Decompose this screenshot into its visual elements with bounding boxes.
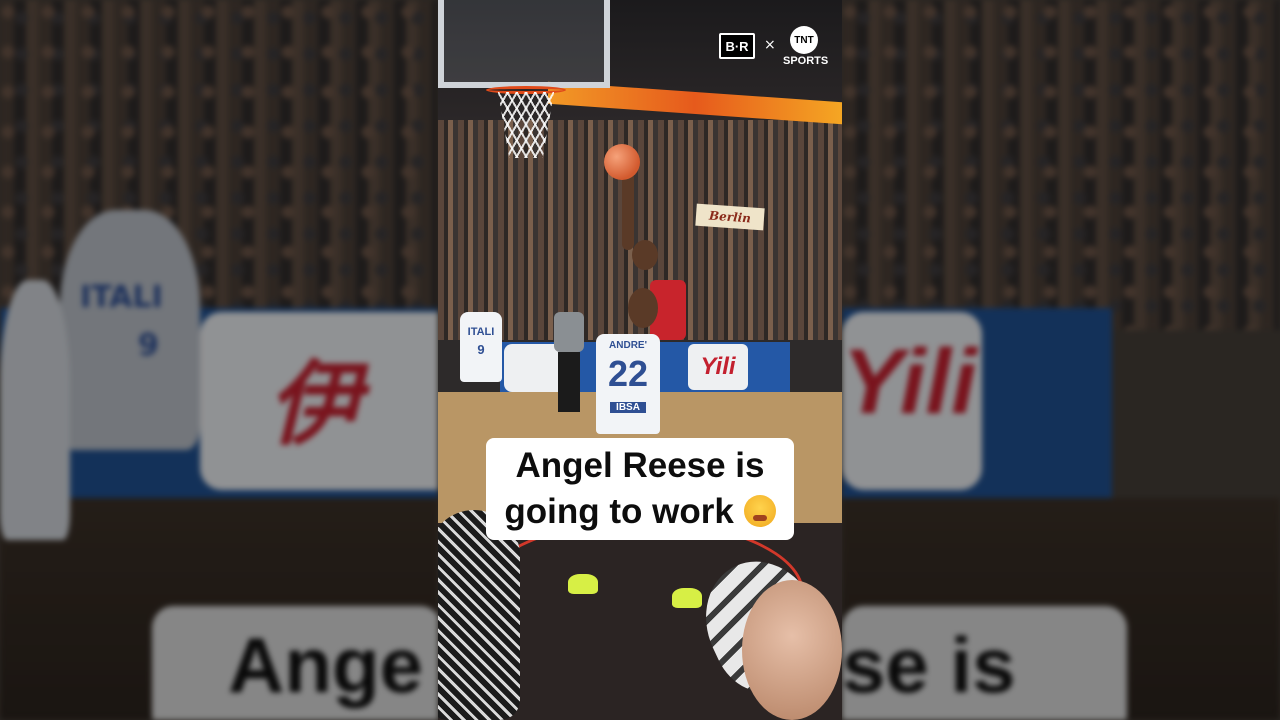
shooter-arm xyxy=(622,170,634,250)
jersey-number: 22 xyxy=(607,353,649,394)
referee-pants xyxy=(558,352,580,412)
jersey: ANDRE' 22 IBSA xyxy=(596,334,660,434)
caption-line-2-wrap: going to work xyxy=(504,489,776,535)
player-blurred-edge xyxy=(0,280,70,540)
sponsor-text: Yili xyxy=(842,331,977,433)
caption-line-1: Angel Reese is xyxy=(515,446,765,485)
jersey-team: ITALI xyxy=(80,280,163,315)
bleacher-report-logo: B·R xyxy=(719,33,755,59)
jersey-sponsor: IBSA xyxy=(610,402,646,413)
caption-ghost-text: se is xyxy=(842,621,1016,709)
video-center: Berlin Yili ITALI 9 ANDRE' 22 IBSA xyxy=(438,0,842,720)
spectator-head xyxy=(438,510,520,720)
jersey-number: 9 xyxy=(477,342,485,357)
caption-ghost-text: Ange xyxy=(228,621,423,709)
blurred-left-panel: 伊 ITALI 9 Ange xyxy=(0,0,438,720)
face-with-steam-from-nose-icon xyxy=(743,495,776,527)
shooter-head xyxy=(632,240,658,270)
player-italy-blurred: ITALI 9 xyxy=(60,210,200,450)
spectator-head xyxy=(742,580,842,720)
logo-separator: × xyxy=(764,37,776,53)
referee-shirt xyxy=(554,312,584,352)
caption-box: Angel Reese is going to work xyxy=(486,438,794,540)
right-shoe xyxy=(672,588,702,608)
jersey-team: ITALI xyxy=(467,326,495,338)
berlin-banner: Berlin xyxy=(695,203,765,231)
jersey-name: ANDRE' xyxy=(609,340,647,351)
yili-ad: Yili xyxy=(688,344,748,390)
tnt-logo: TNT xyxy=(790,26,818,54)
basketball xyxy=(604,144,640,180)
tnt-sports-label: SPORTS xyxy=(783,55,829,67)
video-frame: 伊 ITALI 9 Ange Yili se is Berlin Yili IT… xyxy=(0,0,1280,720)
jersey: ITALI 9 xyxy=(460,312,502,382)
crowd-background xyxy=(842,0,1280,330)
backboard xyxy=(438,0,610,88)
defender-head xyxy=(628,288,658,328)
sponsor-char: 伊 xyxy=(268,354,361,456)
left-shoe xyxy=(568,574,598,594)
blurred-right-panel: Yili se is xyxy=(842,0,1280,720)
caption-line-2: going to work xyxy=(504,492,734,531)
jersey-number: 9 xyxy=(138,328,159,363)
